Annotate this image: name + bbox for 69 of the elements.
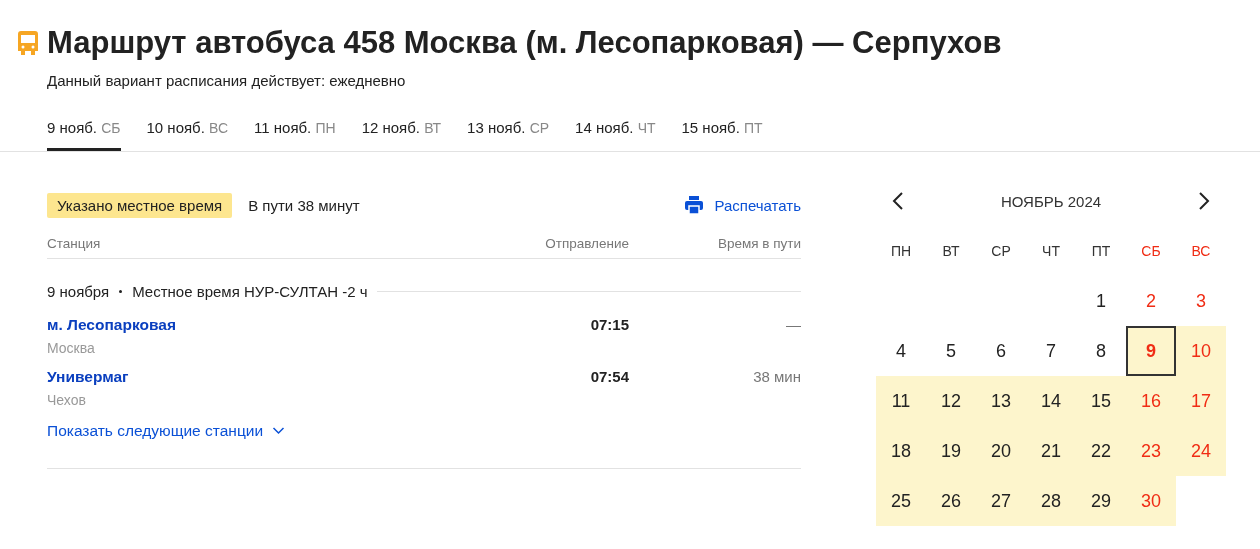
weekday-label: ЧТ	[1041, 242, 1061, 261]
date-tab[interactable]: 15 нояб. ПТ	[681, 119, 763, 151]
city-name: Чехов	[47, 392, 87, 408]
show-more-link[interactable]: Показать следующие станции	[47, 422, 286, 440]
calendar-day[interactable]: 10	[1176, 326, 1226, 376]
calendar-day[interactable]: 3	[1176, 276, 1226, 326]
weekday-label: ПН	[889, 242, 913, 261]
weekday-label: ВТ	[941, 242, 961, 261]
calendar-day[interactable]: 21	[1026, 426, 1076, 476]
calendar-day[interactable]: 27	[976, 476, 1026, 526]
calendar-day[interactable]: 7	[1026, 326, 1076, 376]
calendar-day[interactable]: 12	[926, 376, 976, 426]
date-tab[interactable]: 11 нояб. ПН	[254, 119, 336, 151]
calendar-day[interactable]: 16	[1126, 376, 1176, 426]
calendar-day[interactable]: 17	[1176, 376, 1226, 426]
printer-icon	[684, 195, 705, 215]
chevron-down-icon	[272, 427, 286, 435]
station-link[interactable]: Универмаг	[47, 368, 129, 385]
bus-icon	[18, 31, 38, 55]
station-link[interactable]: м. Лесопарковая	[47, 316, 176, 333]
calendar-day[interactable]: 9	[1126, 326, 1176, 376]
departure-time: 07:54	[589, 368, 629, 387]
calendar-day[interactable]: 25	[876, 476, 926, 526]
separator-dot	[119, 290, 123, 293]
calendar-day[interactable]: 14	[1026, 376, 1076, 426]
calendar-day[interactable]: 18	[876, 426, 926, 476]
calendar-day[interactable]: 28	[1026, 476, 1076, 526]
calendar-day[interactable]: 2	[1126, 276, 1176, 326]
calendar-day[interactable]: 24	[1176, 426, 1226, 476]
print-link[interactable]: Распечатать	[684, 195, 801, 215]
travel-time: 38 мин	[752, 368, 801, 387]
calendar-day[interactable]: 1	[1076, 276, 1126, 326]
next-month-button[interactable]	[1198, 191, 1210, 211]
date-tab[interactable]: 10 нояб. ВС	[146, 119, 228, 151]
travel-time: —	[785, 316, 801, 335]
date-tab[interactable]: 12 нояб. ВТ	[361, 119, 442, 151]
local-time-badge: Указано местное время	[47, 192, 233, 218]
calendar-day[interactable]: 29	[1076, 476, 1126, 526]
page-title: Маршрут автобуса 458 Москва (м. Лесопарковая) — Серпухов	[47, 24, 1002, 62]
calendar-day[interactable]: 20	[976, 426, 1026, 476]
date-tab[interactable]: 14 нояб. ЧТ	[575, 119, 656, 151]
calendar-day[interactable]: 22	[1076, 426, 1126, 476]
calendar-day[interactable]: 13	[976, 376, 1026, 426]
weekday-label: ВС	[1190, 242, 1212, 261]
weekday-label: ПТ	[1090, 242, 1112, 261]
schedule-note: Данный вариант расписания действует: ежедневно	[47, 72, 407, 89]
departure-time: 07:15	[589, 316, 629, 335]
calendar-day[interactable]: 23	[1126, 426, 1176, 476]
month-title: НОЯБРЬ 2024	[1000, 192, 1102, 210]
timezone-note: Местное время НУР-СУЛТАН -2 ч	[132, 283, 368, 300]
trip-duration: В пути 38 минут	[248, 196, 360, 214]
travel-time-column-header: Время в пути	[716, 236, 801, 251]
date-tab[interactable]: 13 нояб. СР	[467, 119, 550, 151]
weekday-label: СР	[990, 242, 1012, 261]
city-name: Москва	[47, 340, 96, 356]
calendar-day[interactable]: 6	[976, 326, 1026, 376]
calendar-day[interactable]: 15	[1076, 376, 1126, 426]
station-column-header: Станция	[47, 236, 102, 251]
departure-column-header: Отправление	[544, 236, 629, 251]
weekday-label: СБ	[1140, 242, 1162, 261]
group-date: 9 ноября	[47, 283, 110, 300]
calendar-day[interactable]: 8	[1076, 326, 1126, 376]
calendar-day[interactable]: 4	[876, 326, 926, 376]
previous-month-button[interactable]	[892, 191, 904, 211]
calendar-day[interactable]: 19	[926, 426, 976, 476]
calendar-day[interactable]: 26	[926, 476, 976, 526]
calendar-day[interactable]: 5	[926, 326, 976, 376]
calendar-day[interactable]: 30	[1126, 476, 1176, 526]
calendar-day[interactable]: 11	[876, 376, 926, 426]
